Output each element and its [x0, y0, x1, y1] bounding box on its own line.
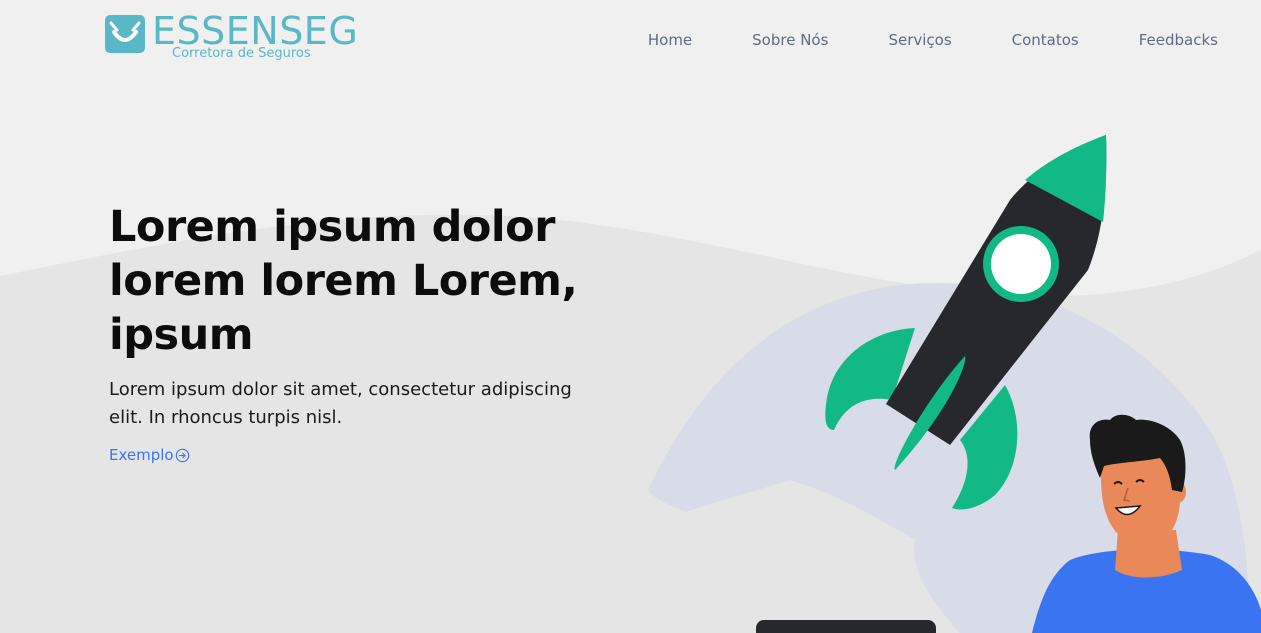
hero-illustration [756, 135, 1261, 633]
laptop-edge [756, 620, 936, 633]
rocket-illustration [825, 135, 1107, 510]
person-illustration [1032, 414, 1261, 633]
